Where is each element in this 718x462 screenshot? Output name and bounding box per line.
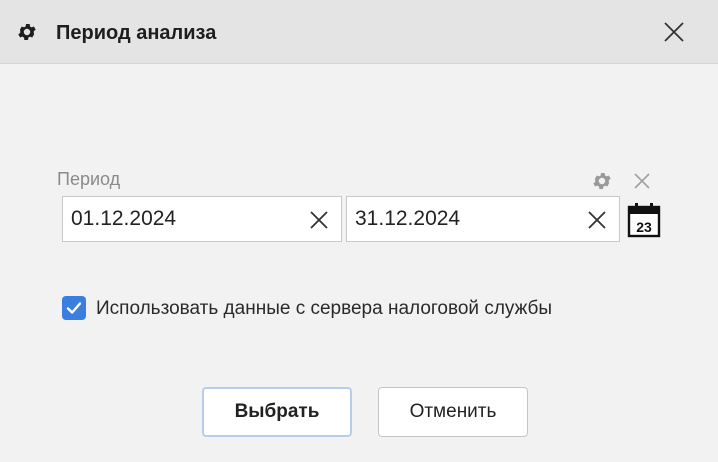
- use-tax-server-label[interactable]: Использовать данные с сервера налоговой …: [96, 297, 552, 321]
- use-tax-server-checkbox[interactable]: [62, 296, 86, 320]
- clear-date-to-close-icon[interactable]: [585, 208, 609, 232]
- window-title: Период анализа: [56, 22, 217, 44]
- date-from-field[interactable]: [62, 196, 342, 242]
- date-from-input[interactable]: [71, 205, 291, 233]
- calendar-icon[interactable]: 23: [627, 202, 661, 238]
- date-to-input[interactable]: [355, 205, 575, 233]
- calendar-day-text: 23: [636, 219, 652, 235]
- title-bar: Период анализа: [0, 0, 718, 64]
- period-settings-gear-icon[interactable]: [591, 170, 613, 192]
- clear-date-from-close-icon[interactable]: [307, 208, 331, 232]
- period-label: Период: [57, 169, 121, 189]
- checkmark-icon: [66, 302, 82, 314]
- close-icon: [664, 22, 684, 42]
- date-to-field[interactable]: [346, 196, 620, 242]
- close-window-button[interactable]: [652, 14, 696, 50]
- period-clear-close-icon[interactable]: [631, 170, 653, 192]
- select-button[interactable]: Выбрать: [202, 387, 352, 437]
- cancel-button[interactable]: Отменить: [378, 387, 528, 437]
- gear-icon: [18, 24, 36, 40]
